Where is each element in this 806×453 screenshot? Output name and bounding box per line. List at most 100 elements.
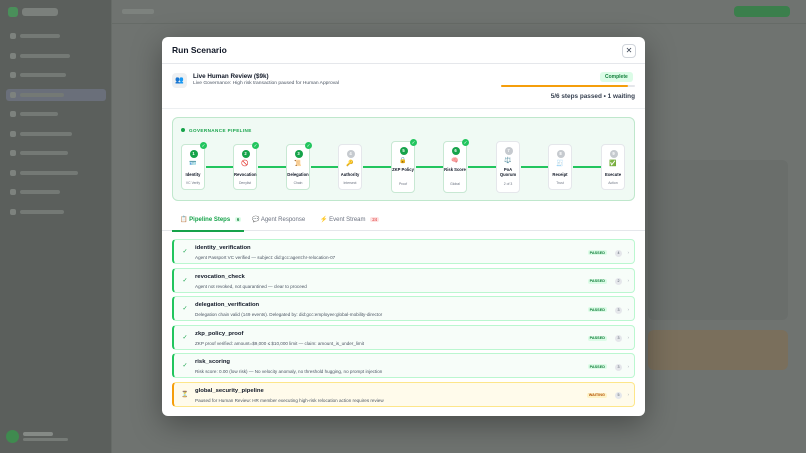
- check-icon: ✓: [305, 142, 312, 149]
- step-row-identity-verification[interactable]: ✓ identity_verification Agent Passport VC …: [172, 239, 635, 264]
- step-description: Risk score: 0.00 (low risk) — No velocit…: [195, 369, 383, 374]
- check-icon: ✓: [252, 142, 259, 149]
- background-logo: [8, 7, 98, 17]
- pipeline-stage-delegation[interactable]: 3 ✓ 📜 Delegation Chain: [286, 142, 312, 190]
- pipeline-stage-zkp-policy[interactable]: 5 ✓ 🔒 ZKP Policy Proof: [391, 139, 417, 193]
- governance-pipeline: GOVERNANCE PIPELINE 1 ✓ 🪪 Identity VC Verify…: [172, 117, 635, 201]
- chevron-right-icon[interactable]: ›: [628, 278, 630, 283]
- step-name: revocation_check: [195, 273, 245, 280]
- stage-name: Revocation: [234, 172, 257, 177]
- pipeline-stage-authority[interactable]: 4 🔑 Authority Intersect: [338, 144, 362, 190]
- stage-number: 9: [609, 150, 618, 158]
- chevron-right-icon[interactable]: ›: [628, 307, 630, 312]
- step-description: Agent not revoked, not quarantined — cle…: [195, 283, 307, 289]
- stage-name: Authority: [340, 172, 360, 177]
- tab-event-stream[interactable]: ⚡ Event Stream 24: [320, 216, 380, 223]
- check-icon: ✓: [182, 306, 188, 312]
- stage-number: 1: [189, 150, 198, 158]
- pipeline-stage-receipt[interactable]: 8 🧾 Receipt Trust: [548, 144, 572, 190]
- modal-title: Run Scenario: [172, 45, 227, 55]
- stage-number: 3: [294, 150, 303, 158]
- tab-agent-response[interactable]: 💬 Agent Response: [252, 216, 305, 223]
- step-name: global_security_pipeline: [195, 387, 264, 394]
- chevron-right-icon[interactable]: ›: [628, 392, 630, 397]
- tab-label: Event Stream: [329, 217, 366, 223]
- check-icon: ✓: [462, 139, 469, 146]
- stage-number: 4: [346, 150, 355, 158]
- background-sidebar: [0, 0, 112, 453]
- pipeline-stage-execute[interactable]: 9 ✅ Execute Action: [601, 144, 625, 190]
- active-tab-indicator: [172, 230, 244, 232]
- stage-number: 7: [504, 147, 513, 155]
- step-event-count: 3: [615, 363, 622, 371]
- step-description: Paused for Human Review: HR member execu…: [195, 397, 384, 403]
- step-status-badge: PASSED: [587, 278, 607, 284]
- step-row-global-security-pipeline[interactable]: ⏳ global_security_pipeline Paused for Huma…: [172, 381, 635, 407]
- tab-count: 6: [234, 217, 242, 222]
- step-event-count: 5: [615, 392, 622, 399]
- step-event-count: 4: [615, 249, 622, 257]
- stage-icon: ✅: [609, 161, 617, 167]
- stage-icon: 📜: [294, 161, 302, 167]
- step-event-count: 3: [615, 306, 622, 314]
- steps-summary: 5/6 steps passed • 1 waiting: [550, 93, 635, 100]
- step-name: zkp_policy_proof: [195, 330, 244, 337]
- pipeline-stage-identity[interactable]: 1 ✓ 🪪 Identity VC Verify: [181, 142, 207, 190]
- chat-icon: 💬: [252, 217, 260, 223]
- background-card: [648, 330, 788, 370]
- stage-name: Identity: [185, 172, 201, 177]
- stage-icon: 🔑: [346, 161, 354, 167]
- stage-subtitle: Trust: [556, 181, 564, 185]
- step-event-count: 3: [615, 335, 622, 342]
- pipeline-connector: [468, 166, 496, 168]
- stage-icon: 🚫: [241, 161, 249, 167]
- pipeline-connector: [573, 166, 601, 168]
- close-button[interactable]: ✕: [622, 44, 636, 58]
- scenario-title: Live Human Review ($9k): [193, 73, 269, 80]
- tab-pipeline-steps[interactable]: 📋 Pipeline Steps 6: [180, 216, 242, 223]
- pipeline-connector: [416, 166, 443, 168]
- stage-icon: 🪪: [189, 161, 197, 167]
- chevron-right-icon[interactable]: ›: [628, 335, 630, 340]
- pipeline-stage-revocation[interactable]: 2 ✓ 🚫 Revocation Denylist: [233, 142, 259, 190]
- modal-header: Run Scenario ✕: [162, 37, 645, 64]
- step-description: Delegation chain valid (149 events). Del…: [195, 312, 383, 317]
- tab-bar: 📋 Pipeline Steps 6 💬 Agent Response ⚡ Ev…: [162, 209, 645, 232]
- tab-count: 24: [370, 217, 380, 222]
- scenario-summary: 👥 Live Human Review ($9k) Live Governanc…: [162, 65, 645, 109]
- pipeline-stage-risk-score[interactable]: 6 ✓ 🧠 Risk Score Global: [443, 139, 469, 193]
- pipeline-label: GOVERNANCE PIPELINE: [189, 128, 252, 133]
- pipeline-stage-poa-quorum[interactable]: 7 ⚖️ PoA Quorum 2 of 3: [496, 141, 520, 193]
- check-icon: ✓: [200, 142, 207, 149]
- progress-bar: [501, 85, 635, 87]
- background-topbar: [112, 0, 806, 24]
- stage-name: Execute: [604, 172, 622, 177]
- pipeline-connector: [363, 166, 391, 168]
- stage-name: Risk Score: [444, 167, 466, 172]
- step-row-zkp-policy-proof[interactable]: ✓ zkp_policy_proof ZKP proof verified: amo…: [172, 324, 635, 350]
- background-nav: [6, 30, 106, 225]
- step-status-badge: PASSED: [587, 307, 607, 312]
- stage-name: ZKP Policy: [392, 167, 414, 172]
- stage-icon: 🧠: [451, 158, 459, 164]
- step-status-badge: WAITING: [586, 392, 607, 398]
- check-icon: ✓: [182, 363, 188, 369]
- step-description: ZKP proof verified: amount=$9,000 ≤ $10,…: [195, 340, 365, 346]
- step-status-badge: PASSED: [587, 364, 607, 369]
- step-row-risk-scoring[interactable]: ✓ risk_scoring Risk score: 0.00 (low risk)…: [172, 353, 635, 378]
- tab-label: Agent Response: [260, 217, 306, 223]
- status-badge: Complete: [600, 72, 633, 82]
- step-row-revocation-check[interactable]: ✓ revocation_check Agent not revoked, not …: [172, 267, 635, 293]
- progress-fill: [501, 85, 629, 87]
- check-icon: ✓: [182, 249, 188, 255]
- step-row-delegation-verification[interactable]: ✓ delegation_verification Delegation chain…: [172, 296, 635, 321]
- step-description: Agent Passport VC verified — subject: di…: [195, 255, 336, 260]
- stage-icon: ⚖️: [504, 158, 512, 164]
- clipboard-icon: 📋: [180, 217, 188, 223]
- pipeline-connector: [311, 166, 338, 168]
- chevron-right-icon[interactable]: ›: [628, 364, 630, 369]
- stage-subtitle: Action: [608, 181, 618, 185]
- people-icon: 👥: [172, 73, 187, 88]
- stage-subtitle: Denylist: [238, 181, 252, 185]
- chevron-right-icon[interactable]: ›: [628, 250, 630, 255]
